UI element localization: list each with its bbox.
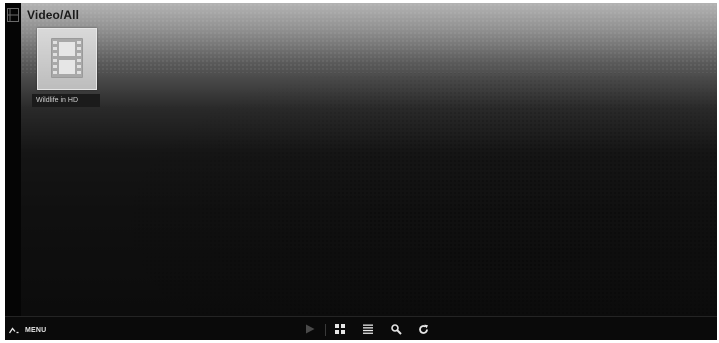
- toolbar-separator: [325, 324, 326, 336]
- play-button[interactable]: [303, 322, 317, 336]
- menu-label: MENU: [25, 326, 47, 334]
- content-area: Video/All Wildlife in HD: [21, 3, 717, 316]
- media-browser-window: Video/All Wildlife in HD MENU: [5, 3, 717, 340]
- film-icon: [51, 38, 83, 78]
- menu-chevron-icon: [9, 326, 19, 333]
- refresh-icon: [418, 324, 428, 334]
- grid-view-icon: [335, 324, 345, 334]
- page-title: Video/All: [27, 8, 80, 22]
- video-item-label[interactable]: Wildlife in HD: [32, 94, 100, 107]
- refresh-button[interactable]: [416, 322, 430, 336]
- film-strip-icon[interactable]: [7, 8, 19, 22]
- list-view-icon: [363, 324, 373, 334]
- video-item-tile[interactable]: [37, 28, 97, 90]
- search-icon: [390, 323, 402, 335]
- menu-button[interactable]: MENU: [9, 323, 46, 337]
- list-view-button[interactable]: [361, 322, 375, 336]
- bottom-toolbar: MENU: [5, 316, 717, 340]
- search-button[interactable]: [389, 322, 403, 336]
- grid-view-button[interactable]: [333, 322, 347, 336]
- left-rail: [5, 3, 22, 316]
- play-icon: [306, 324, 315, 334]
- texture-dots: [21, 3, 717, 316]
